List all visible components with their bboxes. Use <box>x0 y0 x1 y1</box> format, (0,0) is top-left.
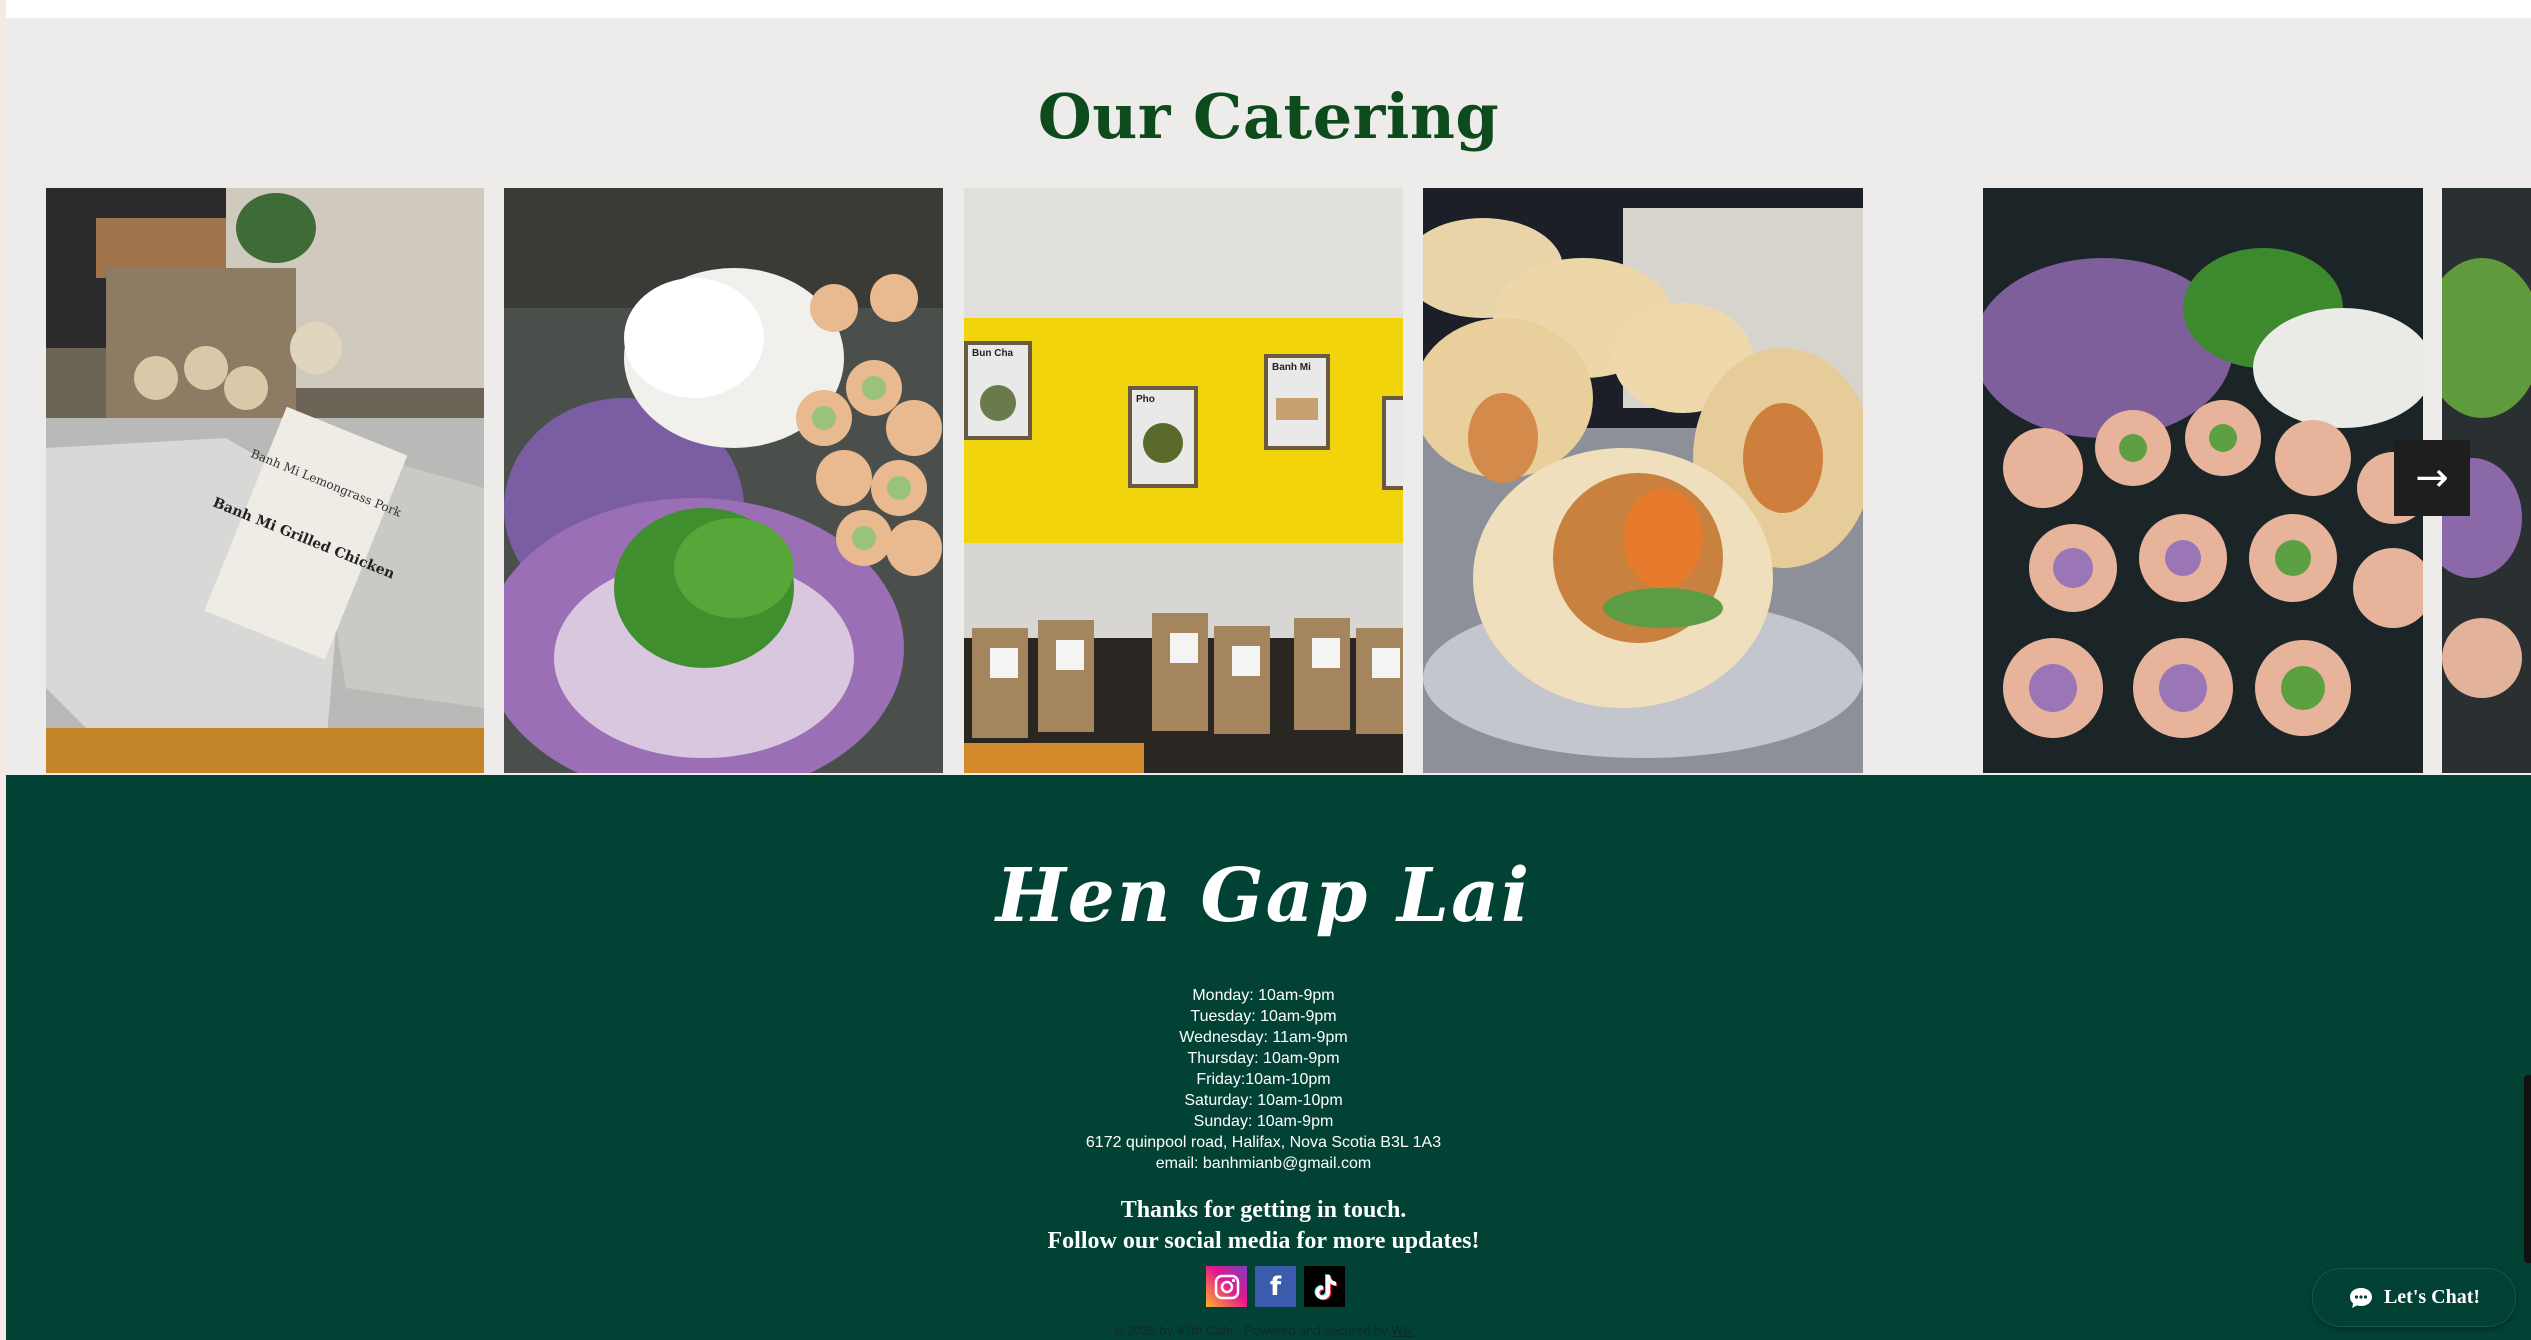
tiktok-icon <box>1314 1273 1337 1300</box>
gallery-photo-1[interactable]: Banh Mi Lemongrass Pork Banh Mi Grilled … <box>46 188 484 773</box>
hours-line: Sunday: 10am-9pm <box>1193 1113 1334 1130</box>
gallery-photo-4[interactable] <box>1423 188 1863 773</box>
catering-title: Our Catering <box>1037 80 1500 153</box>
copyright-text: © 2025 by 47th Cafe . Powered and secure… <box>6 1323 2521 1338</box>
facebook-link[interactable]: f <box>1255 1266 1296 1307</box>
social-links: f <box>1206 1266 1345 1307</box>
hours-line: Saturday: 10am-10pm <box>1184 1092 1343 1109</box>
photo-2-image <box>504 188 943 773</box>
hours-line: Monday: 10am-9pm <box>1192 987 1335 1004</box>
svg-text:Banh Mi: Banh Mi <box>1272 362 1311 373</box>
thanks-line-1: Thanks for getting in touch. <box>1120 1197 1407 1223</box>
gallery-photo-3[interactable]: Bun Cha Pho Banh Mi <box>964 188 1403 773</box>
instagram-link[interactable] <box>1206 1266 1247 1307</box>
side-widget-tab[interactable] <box>2524 1075 2531 1263</box>
gallery-next-button[interactable]: → <box>2394 440 2470 516</box>
gallery-photo-2[interactable] <box>504 188 943 773</box>
chat-label: Let's Chat! <box>2383 1286 2481 1308</box>
instagram-icon <box>1214 1274 1239 1299</box>
footer-thanks: Thanks for getting in touch. Follow our … <box>6 1195 2521 1257</box>
hours-line: Wednesday: 11am-9pm <box>1179 1029 1348 1046</box>
catering-section: Our Catering Banh Mi Lemongrass Pork Ban… <box>6 18 2531 775</box>
photo-3-image: Bun Cha Pho Banh Mi <box>964 188 1403 773</box>
arrow-right-icon: → <box>2415 455 2449 501</box>
chat-bubble-icon <box>2349 1287 2372 1308</box>
photo-1-image: Banh Mi Lemongrass Pork Banh Mi Grilled … <box>46 188 484 773</box>
business-hours: Monday: 10am-9pm Tuesday: 10am-9pm Wedne… <box>6 985 2521 1174</box>
lets-chat-button[interactable]: Let's Chat! <box>2312 1268 2516 1327</box>
hours-line: Tuesday: 10am-9pm <box>1190 1008 1337 1025</box>
footer-brand-logo: Hen Gap Lai <box>995 853 1532 939</box>
facebook-icon: f <box>1269 1271 1282 1302</box>
copyright-prefix: © 2025 by 47th Cafe . Powered and secure… <box>1113 1323 1392 1338</box>
hours-line: Friday:10am-10pm <box>1196 1071 1331 1088</box>
footer-address: 6172 quinpool road, Halifax, Nova Scotia… <box>1085 1134 1442 1151</box>
photo-5-image <box>1983 188 2423 773</box>
footer-email[interactable]: email: banhmianb@gmail.com <box>6 1153 2521 1174</box>
hours-line: Thursday: 10am-9pm <box>1187 1050 1340 1067</box>
svg-text:Bun Cha: Bun Cha <box>972 348 1014 359</box>
site-footer: Hen Gap Lai Monday: 10am-9pm Tuesday: 10… <box>6 775 2531 1340</box>
gallery-photo-5[interactable] <box>1983 188 2423 773</box>
wix-link[interactable]: Wix <box>1392 1323 1414 1338</box>
catering-gallery: Banh Mi Lemongrass Pork Banh Mi Grilled … <box>6 188 2531 773</box>
svg-text:Pho: Pho <box>1136 394 1155 405</box>
tiktok-link[interactable] <box>1304 1266 1345 1307</box>
photo-4-image <box>1423 188 1863 773</box>
thanks-line-2: Follow our social media for more updates… <box>1047 1228 1480 1254</box>
